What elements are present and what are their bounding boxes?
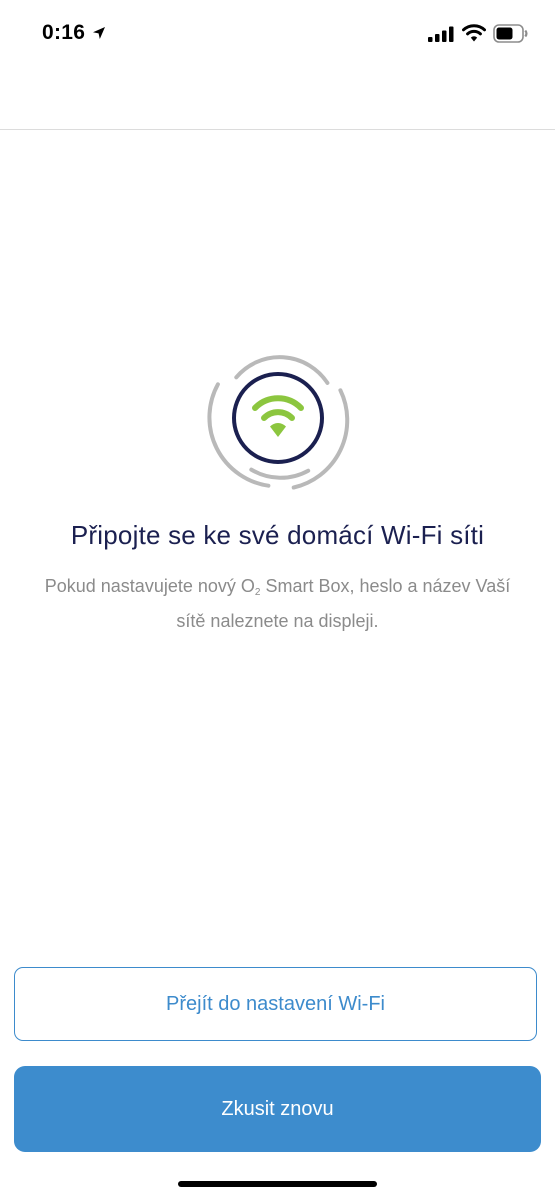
home-indicator[interactable] <box>178 1181 377 1187</box>
page-description: Pokud nastavujete nový O2 Smart Box, hes… <box>40 572 515 635</box>
try-again-label: Zkusit znovu <box>221 1097 334 1120</box>
wifi-icon <box>462 24 486 42</box>
status-time: 0:16 <box>42 21 86 44</box>
description-text: Pokud nastavujete nový O <box>44 576 255 596</box>
open-wifi-settings-label: Přejít do nastavení Wi-Fi <box>166 992 385 1015</box>
location-arrow-icon <box>93 27 105 39</box>
try-again-button[interactable]: Zkusit znovu <box>14 1066 541 1152</box>
page-title: Připojte se ke své domácí Wi-Fi síti <box>70 520 485 550</box>
nav-divider <box>0 129 555 130</box>
battery-icon <box>493 24 528 43</box>
wifi-icon <box>207 355 350 490</box>
status-bar: 0:16 <box>0 0 555 70</box>
cellular-signal-icon <box>428 26 454 42</box>
open-wifi-settings-button[interactable]: Přejít do nastavení Wi-Fi <box>14 967 537 1041</box>
